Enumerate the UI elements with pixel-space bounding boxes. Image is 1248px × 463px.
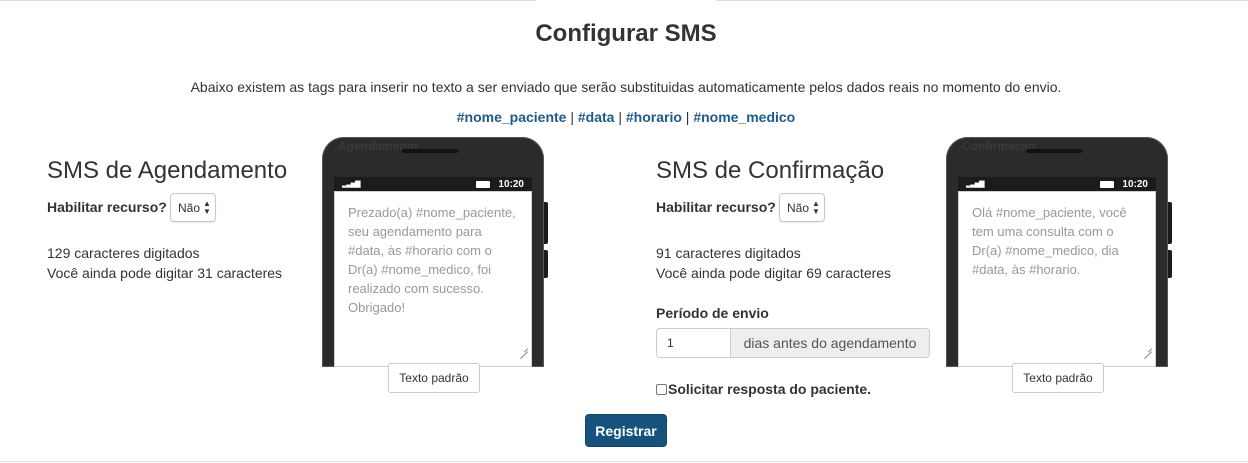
phone-side-button [1168, 202, 1172, 244]
period-days-input[interactable]: 1 [656, 328, 731, 358]
phone-status-bar: ▂▃▅▇ 10:20 [958, 177, 1156, 191]
scheduling-enable-label: Habilitar recurso? [47, 199, 167, 215]
intro-text: Abaixo existem as tags para inserir no t… [190, 79, 1062, 95]
page-title: Configurar SMS [535, 20, 717, 47]
scheduling-message-textarea[interactable]: Prezado(a) #nome_paciente, seu agendamen… [334, 191, 532, 367]
scheduling-remaining: Você ainda pode digitar 31 caracteres [47, 265, 283, 281]
battery-icon [476, 180, 491, 188]
top-divider-right [716, 0, 1248, 1]
confirmation-title: SMS de Confirmação [656, 157, 885, 184]
phone-speaker [402, 149, 458, 153]
tag-separator: | [566, 109, 578, 125]
confirmation-message-textarea[interactable]: Olá #nome_paciente, você tem uma consult… [958, 191, 1156, 367]
phone-side-button [1168, 250, 1172, 278]
battery-icon [1100, 180, 1115, 188]
confirmation-enable-label: Habilitar recurso? [656, 199, 776, 215]
status-time: 10:20 [498, 178, 524, 190]
confirmation-typed-count: 91 caracteres digitados [656, 245, 801, 261]
top-divider-left [0, 0, 536, 1]
tag-separator: | [614, 109, 626, 125]
confirmation-enable-value: Não [787, 200, 810, 215]
phone-side-button [544, 250, 548, 278]
signal-icon: ▂▃▅▇ [966, 181, 985, 188]
confirmation-phone-label: Confirmação [962, 139, 1036, 153]
resize-handle-icon[interactable] [1144, 344, 1152, 352]
status-time: 10:20 [1122, 178, 1148, 190]
phone-speaker [1026, 149, 1082, 153]
register-button[interactable]: Registrar [585, 414, 667, 447]
confirmation-enable-select[interactable]: Não ▲ ▼ [779, 193, 825, 222]
phone-status-bar: ▂▃▅▇ 10:20 [334, 177, 532, 191]
phone-side-button [544, 202, 548, 244]
scheduling-enable-value: Não [178, 200, 201, 215]
tag-horario[interactable]: #horario [626, 109, 682, 125]
scheduling-message-text: Prezado(a) #nome_paciente, seu agendamen… [348, 205, 516, 315]
scheduling-enable-select[interactable]: Não ▲ ▼ [170, 193, 216, 222]
scheduling-default-text-button[interactable]: Texto padrão [388, 363, 480, 393]
scheduling-typed-count: 129 caracteres digitados [47, 245, 200, 261]
period-addon: dias antes do agendamento [731, 328, 930, 358]
confirmation-message-text: Olá #nome_paciente, você tem uma consult… [972, 205, 1127, 277]
confirmation-phone-preview: Confirmação ▂▃▅▇ 10:20 Olá #nome_pacient… [946, 137, 1168, 367]
resize-handle-icon[interactable] [520, 344, 528, 352]
period-label: Período de envio [656, 305, 769, 321]
confirmation-remaining: Você ainda pode digitar 69 caracteres [656, 265, 892, 281]
scheduling-phone-preview: Agendamento ▂▃▅▇ 10:20 Prezado(a) #nome_… [322, 137, 544, 367]
reply-label: Solicitar resposta do paciente. [668, 381, 872, 397]
tag-nome-paciente[interactable]: #nome_paciente [457, 109, 567, 125]
signal-icon: ▂▃▅▇ [342, 181, 361, 188]
scheduling-title: SMS de Agendamento [47, 157, 288, 184]
bottom-divider [0, 461, 1248, 462]
confirmation-default-text-button[interactable]: Texto padrão [1012, 363, 1104, 393]
tag-separator: | [681, 109, 694, 125]
tag-nome-medico[interactable]: #nome_medico [693, 109, 795, 125]
tag-data[interactable]: #data [578, 109, 615, 125]
select-arrows-icon: ▲ ▼ [203, 198, 211, 216]
reply-option[interactable]: Solicitar resposta do paciente. [656, 381, 871, 397]
select-arrows-icon: ▲ ▼ [812, 198, 820, 216]
reply-checkbox[interactable] [656, 383, 667, 395]
tag-list: #nome_paciente | #data | #horario | #nom… [0, 109, 1248, 125]
